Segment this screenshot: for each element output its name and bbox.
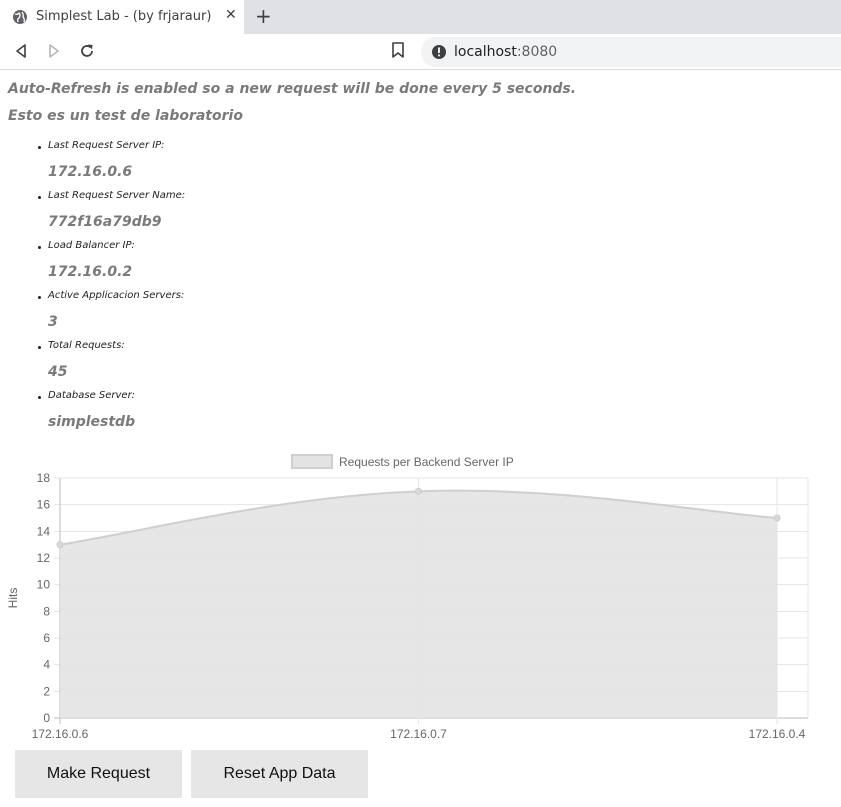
browser-tab[interactable]: Simplest Lab - (by frjaraur) ✕ bbox=[0, 0, 244, 34]
info-label: Load Balancer IP: bbox=[48, 240, 135, 251]
y-tick-label: 0 bbox=[43, 711, 50, 725]
info-label: Last Request Server IP: bbox=[48, 140, 165, 151]
y-axis-label: Hits bbox=[6, 588, 20, 609]
close-tab-icon[interactable]: ✕ bbox=[225, 7, 237, 23]
bullet bbox=[38, 396, 41, 399]
url-host: localhost bbox=[454, 44, 517, 60]
y-tick-label: 12 bbox=[37, 551, 51, 565]
autorefresh-notice: Auto-Refresh is enabled so a new request… bbox=[8, 81, 577, 97]
tab-title: Simplest Lab - (by frjaraur) bbox=[36, 9, 212, 24]
back-icon[interactable] bbox=[12, 42, 30, 60]
info-label: Active Applicacion Servers: bbox=[48, 290, 185, 301]
info-value: 172.16.0.6 bbox=[48, 164, 133, 180]
y-tick-label: 18 bbox=[37, 471, 51, 485]
y-tick-label: 8 bbox=[43, 604, 50, 618]
y-tick-label: 4 bbox=[43, 658, 50, 672]
data-point bbox=[56, 541, 64, 549]
reset-app-data-button[interactable]: Reset App Data bbox=[191, 750, 368, 798]
y-tick-label: 14 bbox=[37, 524, 51, 538]
bullet bbox=[38, 246, 41, 249]
browser-toolbar: localhost:8080 bbox=[0, 34, 841, 70]
page-subtitle: Esto es un test de laboratorio bbox=[8, 108, 243, 124]
requests-chart: Requests per Backend Server IP 0 2 4 6 8 10 12 1… bbox=[6, 454, 809, 741]
y-tick-label: 10 bbox=[37, 578, 51, 592]
site-info-icon[interactable] bbox=[431, 44, 447, 60]
info-label: Last Request Server Name: bbox=[48, 190, 186, 201]
info-label: Total Requests: bbox=[48, 340, 125, 351]
info-value: 772f16a79db9 bbox=[48, 214, 162, 230]
reload-icon[interactable] bbox=[78, 42, 96, 60]
x-tick-label: 172.16.0.7 bbox=[390, 727, 447, 741]
info-value: simplestdb bbox=[48, 414, 136, 430]
bullet bbox=[38, 346, 41, 349]
data-point bbox=[415, 487, 422, 495]
forward-icon[interactable] bbox=[45, 42, 63, 60]
url-port: :8080 bbox=[516, 44, 558, 60]
info-value: 3 bbox=[48, 314, 58, 330]
legend-swatch bbox=[291, 454, 333, 469]
bullet bbox=[38, 146, 41, 149]
y-tick-label: 16 bbox=[37, 498, 51, 512]
address-bar[interactable]: localhost:8080 bbox=[421, 37, 841, 67]
url-text[interactable]: localhost:8080 bbox=[454, 44, 557, 60]
bookmark-icon[interactable] bbox=[390, 41, 406, 59]
info-value: 172.16.0.2 bbox=[48, 264, 133, 280]
info-value: 45 bbox=[48, 364, 68, 380]
info-label: Database Server: bbox=[48, 390, 136, 401]
bullet bbox=[38, 196, 41, 199]
data-point bbox=[773, 514, 781, 522]
y-tick-label: 6 bbox=[43, 631, 50, 645]
y-tick-label: 2 bbox=[43, 684, 50, 698]
x-tick-label: 172.16.0.6 bbox=[32, 727, 89, 741]
x-tick-label: 172.16.0.4 bbox=[749, 727, 806, 741]
tab-strip: Simplest Lab - (by frjaraur) ✕ + bbox=[0, 0, 841, 34]
legend-label: Requests per Backend Server IP bbox=[339, 455, 514, 469]
make-request-button[interactable]: Make Request bbox=[15, 750, 182, 798]
new-tab-icon[interactable]: + bbox=[255, 4, 272, 28]
globe-icon bbox=[13, 10, 27, 24]
bullet bbox=[38, 296, 41, 299]
